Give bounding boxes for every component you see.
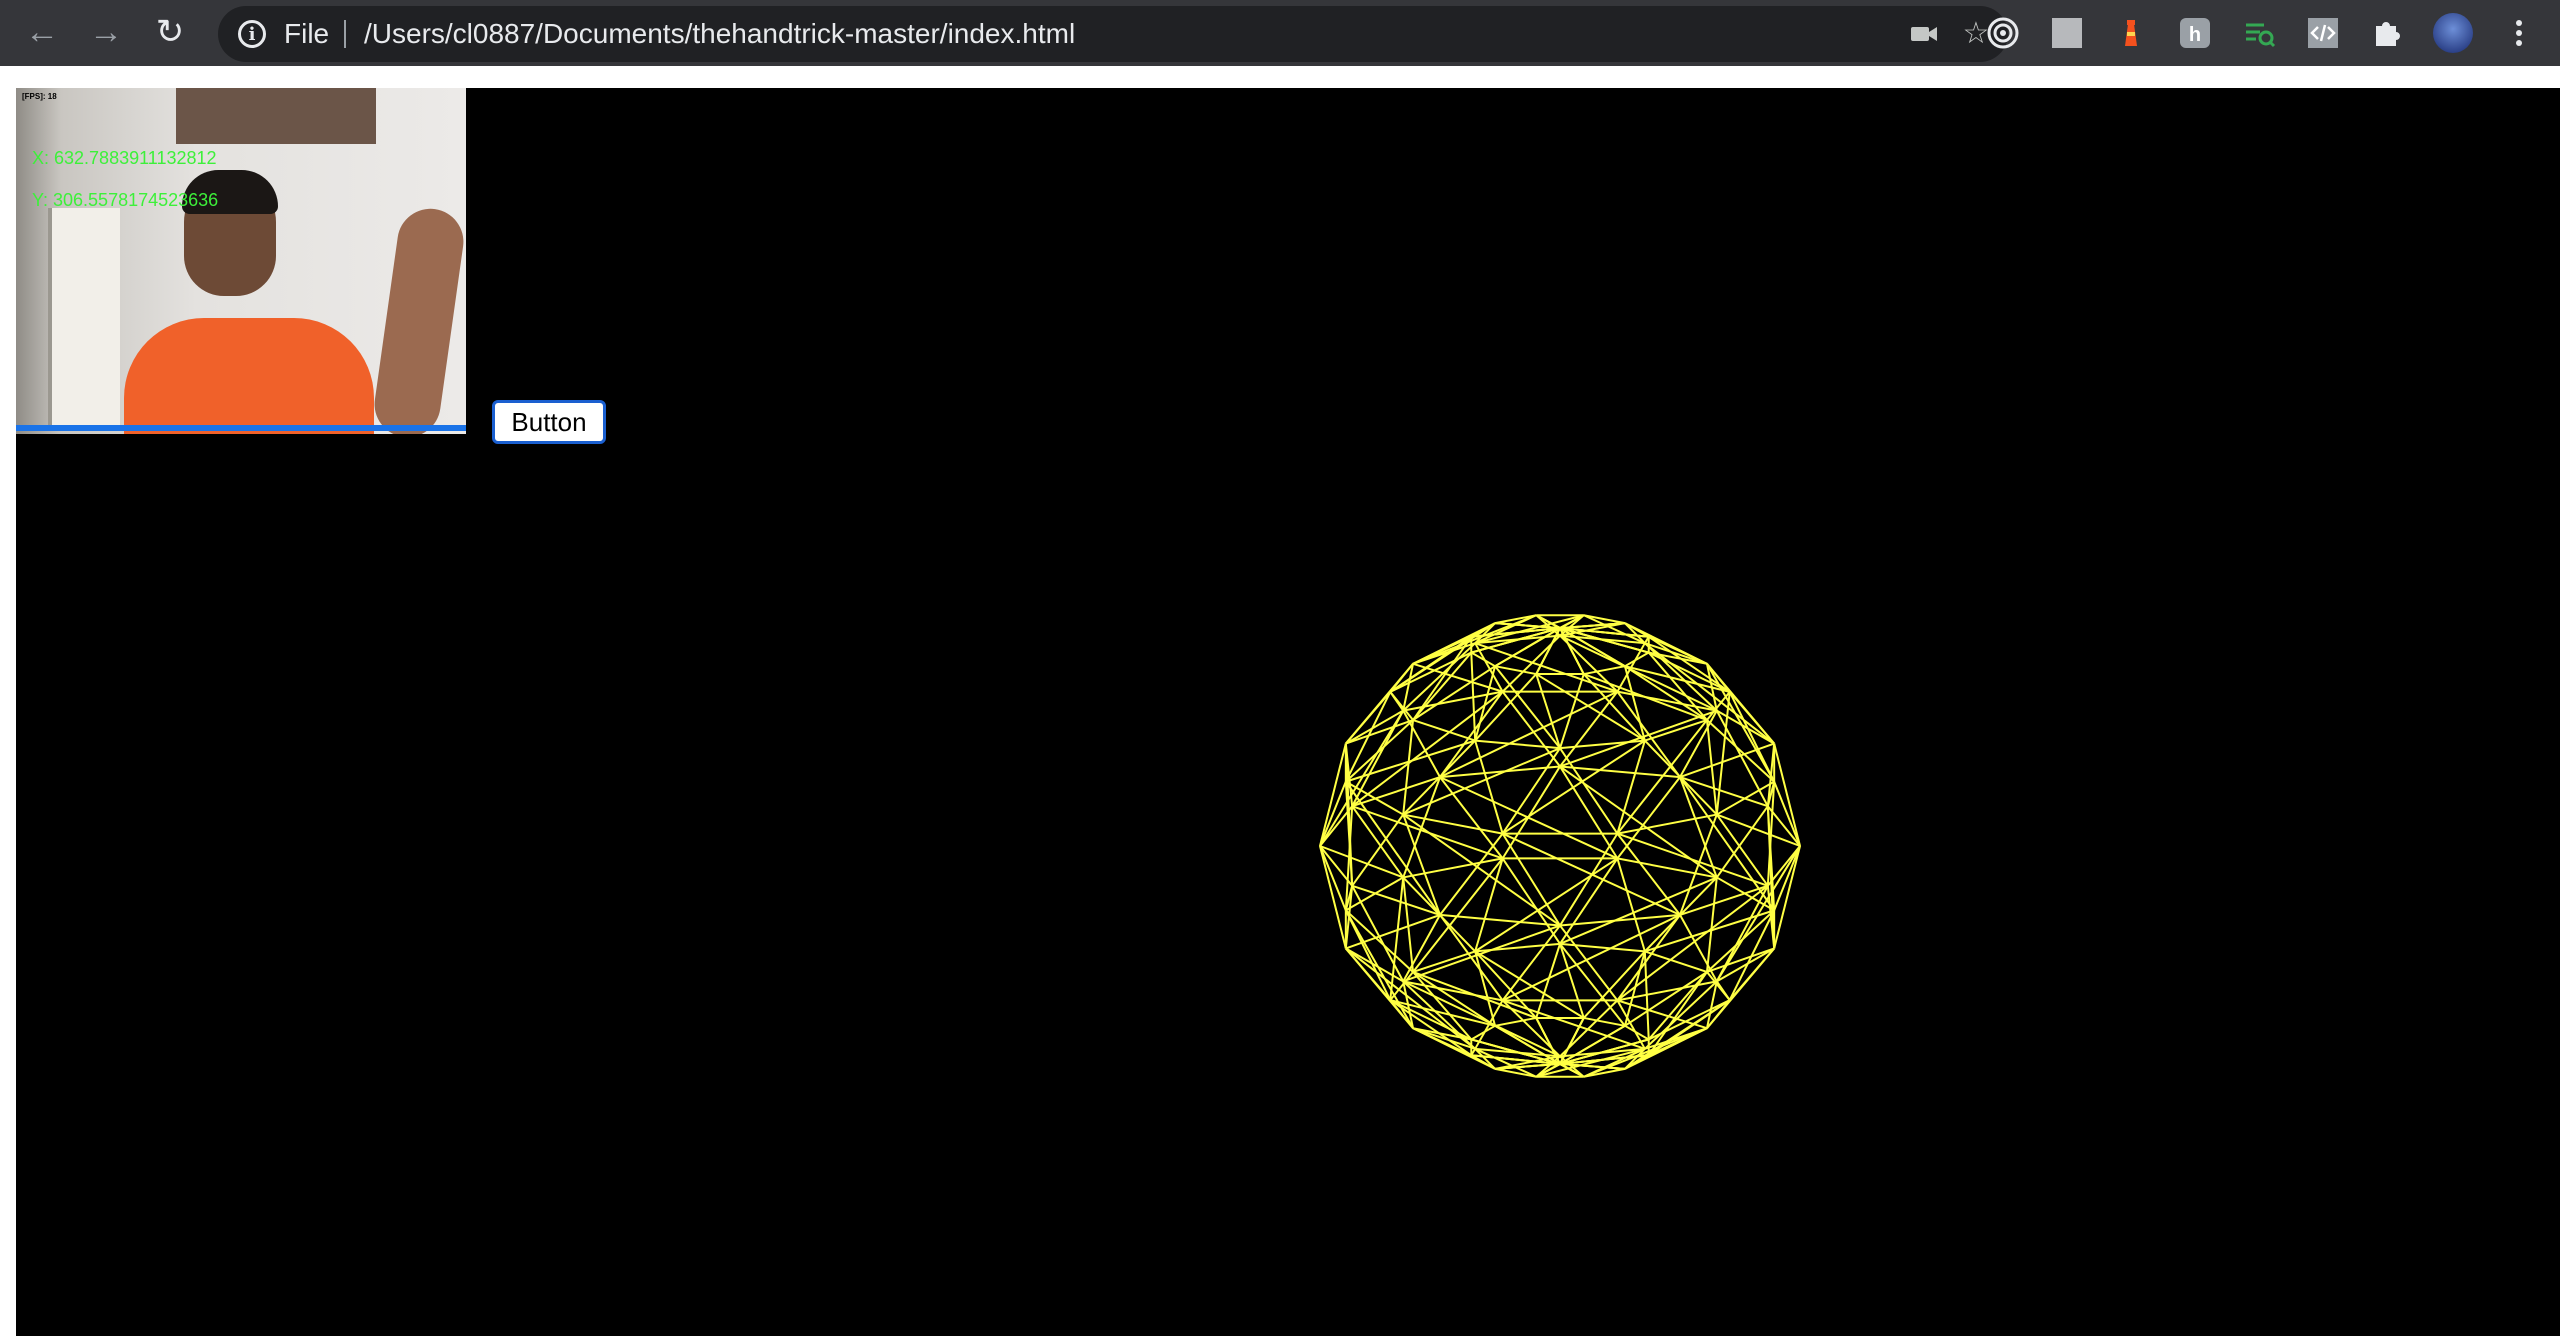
puzzle-icon[interactable] [2370,16,2404,50]
sphere-edge [1494,1067,1537,1078]
sphere-edge [1390,999,1496,1027]
sphere-edge [1648,635,1708,665]
arrow-left-icon: ← [25,13,59,51]
sphere-edge [1494,614,1537,625]
sphere-edge [1616,776,1681,860]
sphere-edge [1412,719,1476,742]
site-info-icon[interactable]: i [238,20,266,48]
vertical-dots-icon[interactable] [2502,16,2536,50]
sphere-edge [1679,742,1775,779]
fps-label: [FPS]: 18 [22,92,57,101]
camera-icon[interactable] [1908,18,1940,50]
sphere-edge [1412,1027,1472,1057]
sphere-edge [1647,971,1708,1041]
y-coordinate-label: Y: 306.5578174523636 [32,190,219,210]
video-person-shirt [124,318,374,434]
sphere-edge [1706,909,1775,973]
wireframe-sphere [1319,614,1801,1078]
gray-square-icon[interactable] [2050,16,2084,50]
sphere-edge [1494,1016,1537,1027]
sphere-edge [1616,740,1646,834]
webcam-video: [FPS]: 18 X: 632.7883911132812 Y: 306.55… [16,88,466,434]
sphere-edge [1501,765,1561,859]
sphere-edge [1559,833,1619,927]
sphere-edge [1559,943,1585,1019]
sphere-edge [1679,776,1775,911]
sphere-edge [1644,950,1708,973]
sphere-edge [1474,858,1504,952]
sphere-edge [1319,710,1405,847]
sphere-edge [1389,877,1405,1001]
address-separator [344,20,346,48]
page-content: [FPS]: 18 X: 632.7883911132812 Y: 306.55… [0,66,2560,1336]
sphere-edge [1345,913,1441,950]
sphere-edge [1715,691,1731,815]
url-text[interactable]: /Users/cl0887/Documents/thehandtrick-mas… [364,20,1075,48]
sphere-edge [1501,690,1561,768]
svg-text:h: h [2189,24,2201,46]
search-lines-icon[interactable] [2242,16,2276,50]
sphere-edge [1706,719,1775,783]
sphere-edge [1502,913,1681,1002]
reload-button[interactable]: ↻ [150,12,190,52]
sphere-edge [1389,691,1405,712]
sphere-edge [1345,781,1441,916]
address-bar[interactable]: i File /Users/cl0887/Documents/thehandtr… [218,6,2008,62]
profile-avatar[interactable] [2432,12,2474,54]
video-wall-frame [176,88,376,144]
arrow-right-icon: → [89,13,123,51]
forward-button[interactable]: → [86,12,126,52]
sphere-edge [1535,673,1561,749]
sphere-edge [1624,1024,1650,1041]
sphere-edge [1616,914,1681,1001]
sphere-edge [1474,857,1618,953]
sphere-edge [1624,651,1650,668]
lighthouse-icon[interactable] [2114,16,2148,50]
sphere-edge [1439,914,1504,1001]
x-coordinate-label: X: 632.7883911132812 [32,148,217,168]
sphere-edge [1559,924,1619,1002]
back-button[interactable]: ← [22,12,62,52]
target-icon[interactable] [1986,16,2020,50]
video-door [48,208,120,428]
sphere-edge [1583,614,1626,625]
sphere-edge [1412,642,1476,665]
sphere-edge [1715,845,1801,982]
sphere-edge [1475,739,1561,750]
sphere-edge [1470,1024,1496,1041]
sphere-edge [1475,942,1561,953]
sphere-edge [1345,909,1414,973]
video-progress-bar [16,425,466,431]
sphere-edge [1412,651,1473,721]
reload-icon: ↻ [155,13,185,51]
browser-toolbar: ← → ↻ i File /Users/cl0887/Documents/the… [0,0,2560,66]
sphere-edge [1583,665,1626,676]
sphere-edge [1470,651,1496,668]
page-button[interactable]: Button [492,400,606,444]
sphere-edge [1439,690,1618,779]
scheme-label: File [284,18,330,49]
sphere-edge [1439,691,1504,778]
h-icon[interactable]: h [2178,16,2212,50]
sphere-edge [1535,943,1561,1019]
sphere-edge [1624,665,1730,693]
sphere-edge [1583,1067,1626,1078]
sphere-edge [1559,673,1585,749]
code-icon[interactable] [2306,16,2340,50]
sphere-edge [1559,942,1645,953]
